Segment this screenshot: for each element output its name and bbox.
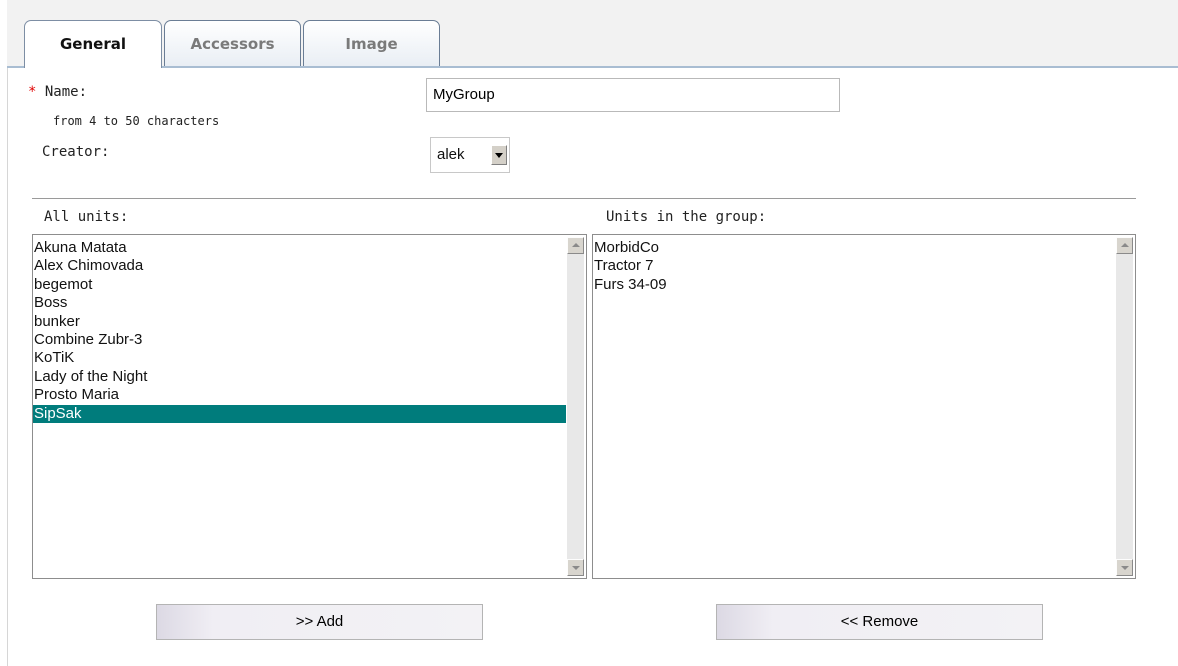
- list-item[interactable]: Boss: [33, 294, 566, 312]
- scroll-down-arrow-icon[interactable]: [1116, 559, 1133, 576]
- creator-select[interactable]: alek: [430, 137, 510, 173]
- required-marker: *: [28, 84, 37, 100]
- chevron-down-icon[interactable]: [491, 145, 507, 165]
- all-units-scrollbar[interactable]: [567, 237, 584, 576]
- tab-image[interactable]: Image: [303, 20, 440, 66]
- group-units-label: Units in the group:: [606, 209, 767, 225]
- list-item[interactable]: SipSak: [33, 404, 566, 423]
- section-divider: [32, 198, 1136, 199]
- scroll-up-arrow-icon[interactable]: [567, 237, 584, 254]
- list-item[interactable]: bunker: [33, 313, 566, 331]
- scroll-down-arrow-icon[interactable]: [567, 559, 584, 576]
- list-item[interactable]: begemot: [33, 276, 566, 294]
- list-item[interactable]: Akuna Matata: [33, 239, 566, 257]
- group-units-scrollbar[interactable]: [1116, 237, 1133, 576]
- tab-accessors[interactable]: Accessors: [164, 20, 301, 66]
- list-item[interactable]: Tractor 7: [593, 257, 1115, 275]
- list-item[interactable]: Furs 34-09: [593, 276, 1115, 294]
- name-label: Name:: [44, 84, 88, 100]
- list-item[interactable]: MorbidCo: [593, 239, 1115, 257]
- list-item[interactable]: KoTiK: [33, 349, 566, 367]
- list-item[interactable]: Alex Chimovada: [33, 257, 566, 275]
- tab-general[interactable]: General: [24, 20, 162, 68]
- add-button[interactable]: >> Add: [156, 604, 483, 640]
- scroll-up-arrow-icon[interactable]: [1116, 237, 1133, 254]
- list-item[interactable]: Lady of the Night: [33, 368, 566, 386]
- name-hint: from 4 to 50 characters: [53, 114, 220, 128]
- all-units-items: Akuna Matata Alex Chimovada begemot Boss bun…: [33, 239, 566, 423]
- tab-bar: General Accessors Image: [7, 0, 1178, 68]
- list-item[interactable]: Combine Zubr-3: [33, 331, 566, 349]
- group-units-list[interactable]: MorbidCo Tractor 7 Furs 34-09: [592, 234, 1136, 579]
- name-input[interactable]: MyGroup: [426, 78, 840, 112]
- all-units-label: All units:: [44, 209, 129, 225]
- name-label-row: * Name:: [28, 84, 87, 100]
- creator-label: Creator:: [42, 144, 110, 160]
- all-units-list[interactable]: Akuna Matata Alex Chimovada begemot Boss bun…: [32, 234, 587, 579]
- list-item[interactable]: Prosto Maria: [33, 386, 566, 404]
- remove-button[interactable]: << Remove: [716, 604, 1043, 640]
- group-units-items: MorbidCo Tractor 7 Furs 34-09: [593, 239, 1115, 294]
- creator-select-value: alek: [437, 146, 465, 163]
